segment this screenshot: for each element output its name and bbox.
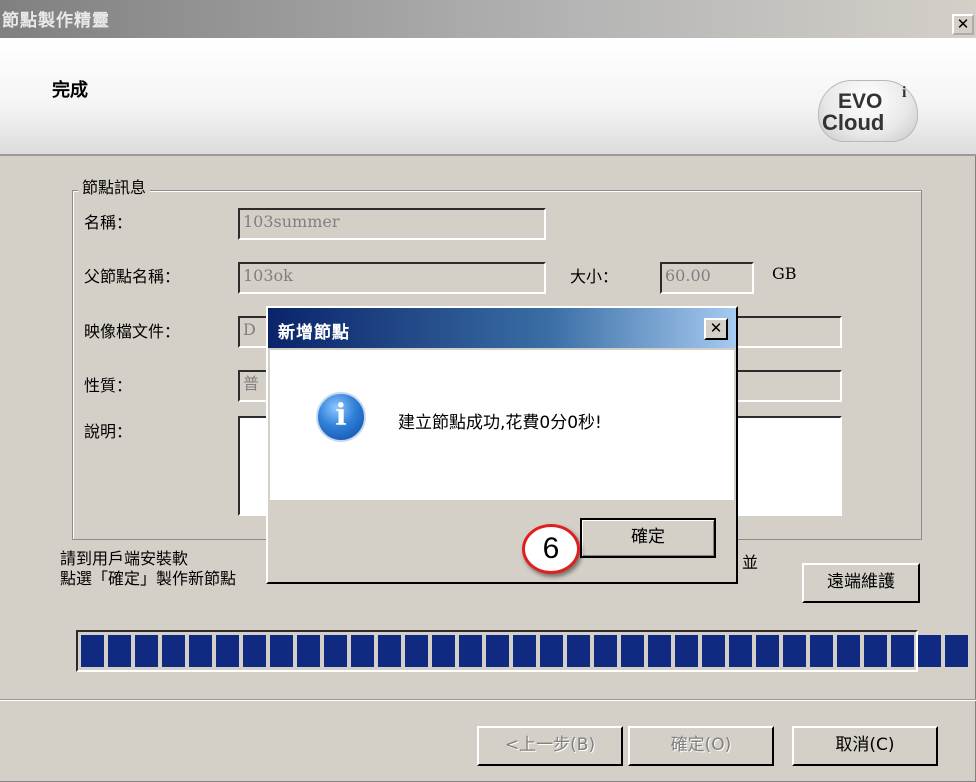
progress-block <box>81 635 104 667</box>
progress-block <box>810 635 833 667</box>
progress-block <box>162 635 185 667</box>
back-button[interactable]: <上一步(B) <box>477 726 623 766</box>
parent-name-label: 父節點名稱： <box>84 267 181 286</box>
progress-block <box>756 635 779 667</box>
progress-block <box>216 635 239 667</box>
footer-separator <box>0 699 976 701</box>
dialog-titlebar: 新增節點 ✕ <box>268 308 736 348</box>
step-marker: 6 <box>522 524 580 574</box>
progress-block <box>648 635 671 667</box>
size-field[interactable]: 60.00 <box>660 262 754 294</box>
instruction-fragment: 並 <box>742 553 759 572</box>
progress-block <box>351 635 374 667</box>
size-unit-label: GB <box>772 264 797 283</box>
evo-cloud-logo: EVO Cloud i <box>818 80 918 142</box>
progress-block <box>702 635 725 667</box>
progress-block <box>594 635 617 667</box>
wizard-window: 節點製作精靈 ✕ 完成 EVO Cloud i 節點訊息 名稱： 103summ… <box>0 0 976 782</box>
progress-block <box>621 635 644 667</box>
instruction-line-1: 請到用戶端安裝軟 <box>60 549 189 568</box>
progress-block <box>567 635 590 667</box>
instruction-line-2: 點選「確定」製作新節點 <box>60 569 237 588</box>
progress-block <box>864 635 887 667</box>
progress-block <box>297 635 320 667</box>
confirm-button[interactable]: 確定(O) <box>628 726 774 766</box>
progress-block <box>459 635 482 667</box>
dialog-message: 建立節點成功,花費0分0秒! <box>398 413 602 433</box>
instruction-text: 請到用戶端安裝軟 點選「確定」製作新節點 <box>60 549 236 589</box>
progress-block <box>675 635 698 667</box>
progress-block <box>837 635 860 667</box>
progress-block <box>729 635 752 667</box>
add-node-dialog: 新增節點 ✕ i 建立節點成功,花費0分0秒! 確定 <box>266 306 738 584</box>
progress-block <box>513 635 536 667</box>
progress-block <box>432 635 455 667</box>
progress-block <box>783 635 806 667</box>
progress-block <box>243 635 266 667</box>
name-label: 名稱： <box>84 213 133 232</box>
progress-block <box>135 635 158 667</box>
size-label: 大小： <box>570 267 619 286</box>
progress-block <box>270 635 293 667</box>
page-title: 完成 <box>52 80 88 101</box>
progress-block <box>891 635 914 667</box>
progress-block <box>945 635 968 667</box>
dialog-ok-button[interactable]: 確定 <box>580 518 716 558</box>
dialog-title: 新增節點 <box>278 323 350 343</box>
window-titlebar: 節點製作精靈 ✕ <box>0 0 976 38</box>
description-label: 說明： <box>84 422 133 441</box>
type-label: 性質： <box>84 376 133 395</box>
image-file-label: 映像檔文件： <box>84 322 181 341</box>
wizard-header: 完成 EVO Cloud i <box>0 38 976 156</box>
remote-maintenance-button[interactable]: 遠端維護 <box>802 563 920 603</box>
progress-block <box>918 635 941 667</box>
progress-bar <box>76 630 968 672</box>
groupbox-legend: 節點訊息 <box>78 174 151 198</box>
window-close-button[interactable]: ✕ <box>952 14 974 35</box>
parent-name-field[interactable]: 103ok <box>238 262 546 294</box>
cancel-button[interactable]: 取消(C) <box>792 726 938 766</box>
name-field[interactable]: 103summer <box>238 208 546 240</box>
info-icon: i <box>316 392 366 442</box>
progress-block <box>540 635 563 667</box>
logo-text-bottom: Cloud <box>822 110 885 135</box>
progress-block <box>189 635 212 667</box>
progress-block <box>405 635 428 667</box>
progress-block <box>108 635 131 667</box>
progress-block <box>486 635 509 667</box>
progress-block <box>324 635 347 667</box>
window-title: 節點製作精靈 <box>2 11 110 31</box>
logo-badge: i <box>902 84 907 101</box>
dialog-close-button[interactable]: ✕ <box>704 318 728 340</box>
progress-block <box>378 635 401 667</box>
dialog-body: i 建立節點成功,花費0分0秒! <box>270 350 734 500</box>
